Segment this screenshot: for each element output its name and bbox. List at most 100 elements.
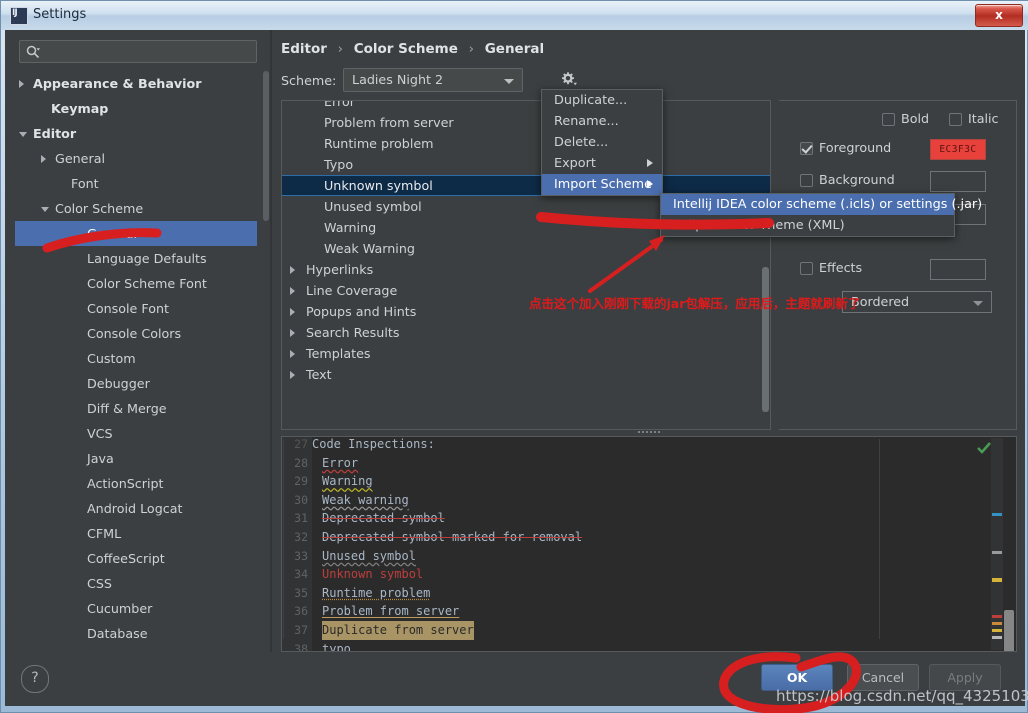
chevron-down-icon[interactable] — [41, 207, 49, 212]
sidebar-item-color-scheme-font[interactable]: Color Scheme Font — [15, 271, 257, 296]
breadcrumb-editor[interactable]: Editor — [281, 41, 327, 57]
sidebar-item-console-font[interactable]: Console Font — [15, 296, 257, 321]
chevron-right-icon[interactable] — [290, 350, 295, 358]
sidebar-item-label: Console Colors — [87, 326, 182, 341]
sidebar-item-android-logcat[interactable]: Android Logcat — [15, 496, 257, 521]
menu-item-duplicate[interactable]: Duplicate... — [542, 90, 662, 111]
menu-item-import-scheme[interactable]: Import Scheme — [542, 174, 662, 195]
sidebar-item-cucumber[interactable]: Cucumber — [15, 596, 257, 621]
attribute-list-item[interactable]: Weak Warning — [282, 238, 770, 259]
sidebar-item-cfml[interactable]: CFML — [15, 521, 257, 546]
sidebar-item-appearance-behavior[interactable]: Appearance & Behavior — [15, 71, 257, 96]
attribute-list-item[interactable]: Search Results — [282, 322, 770, 343]
search-box[interactable] — [19, 40, 257, 63]
chevron-right-icon[interactable] — [290, 329, 295, 337]
menu-item-delete[interactable]: Delete... — [542, 132, 662, 153]
sidebar-item-language-defaults[interactable]: Language Defaults — [15, 246, 257, 271]
attribute-list-scroll-thumb[interactable] — [762, 267, 769, 412]
horizontal-splitter[interactable] — [281, 428, 1017, 435]
stripe-marker[interactable] — [992, 629, 1002, 632]
sidebar-item-font[interactable]: Font — [15, 171, 257, 196]
scheme-settings-menu[interactable]: Duplicate... Rename... Delete... Export Impo… — [541, 89, 663, 196]
sidebar-item-keymap[interactable]: Keymap — [15, 96, 257, 121]
sidebar-item-custom[interactable]: Custom — [15, 346, 257, 371]
preview-editor[interactable]: 27 Code Inspections: 28 Error 29 Warning 30 Wea… — [281, 436, 1017, 652]
screen: Settings x Appearance & Behavior Keymap Ed… — [0, 0, 1028, 713]
sidebar-item-debugger[interactable]: Debugger — [15, 371, 257, 396]
chevron-right-icon[interactable] — [290, 266, 295, 274]
sidebar-item-general[interactable]: General — [15, 146, 257, 171]
search-input[interactable] — [46, 43, 255, 63]
foreground-color-swatch[interactable]: EC3F3C — [930, 139, 986, 160]
preview-scrollbar[interactable] — [1004, 438, 1015, 651]
menu-item-label: Export — [554, 156, 596, 171]
scheme-dropdown[interactable]: Ladies Night 2 — [343, 68, 523, 92]
sidebar-item-css[interactable]: CSS — [15, 571, 257, 596]
attribute-list-item[interactable]: Runtime problem — [282, 133, 770, 154]
sidebar-scroll-thumb[interactable] — [263, 71, 269, 221]
effects-type-dropdown[interactable]: Bordered — [842, 291, 992, 313]
stripe-marker[interactable] — [992, 513, 1002, 516]
preview-line-text: Runtime problem — [322, 585, 431, 600]
sidebar-item-coffeescript[interactable]: CoffeeScript — [15, 546, 257, 571]
settings-tree[interactable]: Appearance & Behavior Keymap Editor General… — [15, 71, 257, 652]
attribute-list-item-label: Hyperlinks — [306, 262, 374, 277]
preview-scroll-thumb[interactable] — [1004, 610, 1014, 651]
chevron-right-icon[interactable] — [290, 371, 295, 379]
sidebar-item-label: Language Defaults — [87, 251, 207, 266]
attribute-list-item[interactable]: Error — [282, 101, 770, 112]
preview-line: 38 typo — [282, 640, 1016, 651]
chevron-down-icon[interactable] — [19, 132, 27, 137]
stripe-marker[interactable] — [992, 551, 1002, 554]
effects-label: Effects — [819, 260, 863, 275]
background-color-swatch[interactable] — [930, 171, 986, 192]
attribute-list-item[interactable]: Templates — [282, 343, 770, 364]
sidebar-item-label: Color Scheme — [55, 201, 144, 216]
foreground-checkbox[interactable] — [800, 142, 813, 155]
effects-checkbox[interactable] — [800, 262, 813, 275]
sidebar-item-vcs[interactable]: VCS — [15, 421, 257, 446]
attribute-list-item[interactable]: Problem from server — [282, 112, 770, 133]
gear-icon[interactable] — [558, 70, 578, 90]
sidebar-scrollbar[interactable] — [263, 71, 269, 646]
chevron-down-icon — [504, 79, 514, 84]
close-icon[interactable]: x — [975, 4, 1023, 27]
submenu-item-eclipse-color-theme-xml[interactable]: Eclipse Color Theme (XML) — [661, 215, 954, 236]
preview-line-text: Code Inspections: — [312, 437, 435, 451]
attribute-list-item[interactable]: Typo — [282, 154, 770, 175]
effects-color-swatch[interactable] — [930, 259, 986, 280]
submenu-item-intellij-idea-color-scheme-icls-or-settings-jar[interactable]: Intellij IDEA color scheme (.icls) or se… — [661, 194, 982, 215]
window-frame: Settings x Appearance & Behavior Keymap Ed… — [0, 0, 1028, 713]
sidebar-item-java[interactable]: Java — [15, 446, 257, 471]
attribute-list-item[interactable]: Hyperlinks — [282, 259, 770, 280]
stripe-marker[interactable] — [992, 636, 1002, 639]
import-scheme-submenu[interactable]: Intellij IDEA color scheme (.icls) or se… — [660, 193, 982, 237]
stripe-marker[interactable] — [992, 578, 1002, 582]
breadcrumb-color-scheme[interactable]: Color Scheme — [354, 41, 458, 57]
chevron-right-icon[interactable] — [290, 287, 295, 295]
vertical-splitter[interactable] — [270, 30, 272, 706]
sidebar-item-color-scheme[interactable]: Color Scheme — [15, 196, 257, 221]
bold-checkbox[interactable] — [882, 113, 895, 126]
sidebar-item-editor[interactable]: Editor — [15, 121, 257, 146]
attribute-list[interactable]: Error Problem from server Runtime problem T… — [281, 100, 771, 430]
stripe-marker[interactable] — [992, 622, 1002, 625]
chevron-right-icon[interactable] — [19, 80, 24, 88]
sidebar-item-general[interactable]: General — [15, 221, 257, 246]
background-checkbox[interactable] — [800, 174, 813, 187]
attribute-list-item[interactable]: Text — [282, 364, 770, 385]
preview-line: 29 Warning — [282, 472, 1016, 491]
attribute-list-scrollbar[interactable] — [762, 117, 769, 412]
error-stripe-bar[interactable] — [977, 438, 1003, 650]
help-button[interactable]: ? — [21, 665, 49, 693]
menu-item-export[interactable]: Export — [542, 153, 662, 174]
chevron-right-icon[interactable] — [41, 155, 46, 163]
italic-checkbox[interactable] — [949, 113, 962, 126]
sidebar-item-actionscript[interactable]: ActionScript — [15, 471, 257, 496]
sidebar-item-diff-merge[interactable]: Diff & Merge — [15, 396, 257, 421]
sidebar-item-database[interactable]: Database — [15, 621, 257, 646]
menu-item-rename[interactable]: Rename... — [542, 111, 662, 132]
sidebar-item-console-colors[interactable]: Console Colors — [15, 321, 257, 346]
stripe-marker[interactable] — [992, 615, 1002, 618]
chevron-right-icon[interactable] — [290, 308, 295, 316]
